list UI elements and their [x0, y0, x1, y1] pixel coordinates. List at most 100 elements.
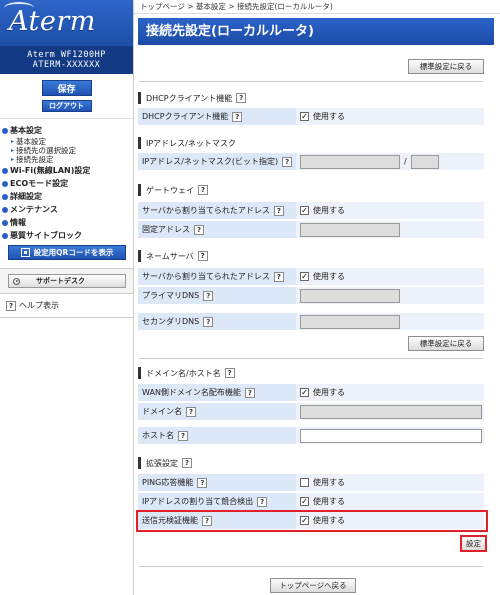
reset-defaults-button[interactable]: 標準設定に戻る	[408, 336, 484, 351]
qr-code-button[interactable]: 設定用QRコードを表示	[8, 245, 126, 260]
help-icon[interactable]: ?	[203, 316, 214, 327]
help-icon[interactable]: ?	[178, 430, 188, 441]
logout-button[interactable]: ログアウト	[41, 100, 92, 112]
checkbox-checked-icon: ✓	[300, 387, 309, 397]
sidebar-item-eco[interactable]: ECOモード設定	[2, 177, 133, 190]
nav-bullet-icon	[2, 167, 8, 174]
row-ping-response: PING応答機能? 使用する	[138, 474, 484, 492]
help-icon[interactable]: ?	[257, 496, 268, 507]
row-gateway-fixed: 固定アドレス?	[138, 221, 484, 239]
ping-response-checkbox[interactable]: 使用する	[296, 474, 484, 492]
row-label: IPアドレス/ネットマスク(ビット指定)?	[138, 153, 296, 171]
back-to-top-button[interactable]: トップページへ戻る	[270, 578, 356, 593]
row-dns-secondary: セカンダリDNS?	[138, 313, 484, 331]
help-icon[interactable]: ?	[282, 156, 293, 167]
row-label-text: プライマリDNS	[142, 291, 200, 300]
sidebar-item-label: 悪質サイトブロック	[10, 231, 82, 240]
sidebar-item-wifi[interactable]: Wi-Fi(無線LAN)設定	[2, 164, 133, 177]
row-value	[296, 221, 484, 239]
row-label-text: サーバから割り当てられたアドレス	[142, 272, 270, 281]
nav-arrow-icon: ▸	[11, 147, 15, 154]
divider	[139, 358, 483, 359]
row-label: PING応答機能?	[138, 474, 296, 492]
host-name-input[interactable]	[300, 428, 482, 443]
breadcrumb: トップページ > 基本設定 > 接続先設定(ローカルルータ)	[134, 0, 500, 14]
sidebar-subitem-connection-select[interactable]: ▸ 接続先の選択設定	[2, 146, 133, 155]
help-icon[interactable]: ?	[194, 224, 204, 235]
row-ip-netmask: IPアドレス/ネットマスク(ビット指定)? /	[138, 153, 484, 171]
gateway-auto-checkbox[interactable]: ✓ 使用する	[296, 202, 484, 220]
sidebar-item-label: ECOモード設定	[10, 179, 69, 188]
model-info: Aterm WF1200HP ATERM-XXXXXX	[0, 46, 133, 74]
nav-arrow-icon: ▸	[11, 156, 15, 163]
sidebar-item-basic-settings[interactable]: 基本設定	[2, 124, 133, 137]
nav-bullet-icon	[2, 127, 8, 134]
row-label: セカンダリDNS?	[138, 313, 296, 331]
help-icon[interactable]: ?	[236, 93, 247, 103]
sidebar-subitem-basic[interactable]: ▸ 基本設定	[2, 137, 133, 146]
help-icon: ?	[6, 300, 16, 311]
checkbox-checked-icon: ✓	[300, 205, 309, 215]
row-value	[296, 287, 484, 305]
sidebar-item-label: メンテナンス	[10, 205, 58, 214]
dns-auto-checkbox[interactable]: ✓ 使用する	[296, 268, 484, 286]
row-label-text: ホスト名	[142, 431, 174, 440]
gateway-fixed-input[interactable]	[300, 222, 400, 237]
secondary-dns-input[interactable]	[300, 314, 400, 329]
help-icon[interactable]: ?	[197, 477, 208, 488]
ip-conflict-checkbox[interactable]: ✓ 使用する	[296, 493, 484, 511]
section-title-text: ネームサーバ	[146, 251, 194, 261]
netmask-bits-input[interactable]	[410, 154, 439, 169]
sidebar-item-site-block[interactable]: 悪質サイトブロック	[2, 229, 133, 242]
device-name: ATERM-XXXXXX	[32, 60, 101, 70]
save-button[interactable]: 保存	[41, 80, 92, 96]
row-label-text: ドメイン名	[142, 407, 182, 416]
checkbox-unchecked-icon	[300, 478, 309, 487]
row-label-text: サーバから割り当てられたアドレス	[142, 206, 270, 215]
section-title-dns: ネームサーバ?	[138, 250, 208, 262]
ip-address-input[interactable]	[300, 154, 400, 169]
help-icon[interactable]: ?	[224, 368, 235, 378]
brand-name: Aterm	[9, 6, 96, 37]
row-label: ドメイン名?	[138, 403, 296, 421]
help-icon[interactable]: ?	[273, 205, 284, 216]
checkbox-label: 使用する	[313, 388, 345, 397]
help-link[interactable]: ? ヘルプ表示	[0, 294, 133, 318]
sidebar-item-advanced[interactable]: 詳細設定	[2, 190, 133, 203]
sidebar-item-info[interactable]: 情報	[2, 216, 133, 229]
reset-defaults-button-top[interactable]: 標準設定に戻る	[408, 59, 484, 74]
help-icon[interactable]: ?	[232, 111, 243, 122]
row-label-text: DHCPクライアント機能	[142, 112, 229, 121]
help-icon[interactable]: ?	[186, 406, 196, 417]
section-title-text: DHCPクライアント機能	[146, 93, 233, 103]
aterm-logo: Aterm	[0, 0, 133, 46]
row-label: サーバから割り当てられたアドレス?	[138, 268, 296, 286]
support-desk-button[interactable]: サポートデスク	[8, 274, 126, 288]
nav-bullet-icon	[2, 206, 8, 213]
row-host-name: ホスト名?	[138, 427, 484, 445]
help-icon[interactable]: ?	[182, 458, 192, 468]
row-label-text: WAN側ドメイン名配布機能	[142, 388, 241, 397]
sidebar-item-maintenance[interactable]: メンテナンス	[2, 203, 133, 216]
primary-dns-input[interactable]	[300, 288, 400, 303]
qr-code-label: 設定用QRコードを表示	[33, 248, 114, 257]
sidebar-subitem-label: 基本設定	[16, 137, 47, 146]
row-domain-name: ドメイン名?	[138, 403, 484, 421]
dhcp-client-checkbox[interactable]: ✓ 使用する	[296, 108, 484, 126]
help-icon[interactable]: ?	[244, 387, 255, 398]
row-value	[296, 313, 484, 331]
help-icon[interactable]: ?	[198, 185, 208, 195]
nav-bullet-icon	[2, 219, 8, 226]
page-title: 接続先設定(ローカルルータ)	[138, 18, 494, 45]
sidebar-subitem-label: 接続先の選択設定	[16, 146, 77, 155]
help-icon[interactable]: ?	[197, 251, 208, 261]
help-icon[interactable]: ?	[203, 290, 214, 301]
domain-name-input[interactable]	[300, 404, 482, 419]
section-title-text: ドメイン名/ホスト名	[146, 368, 221, 378]
apply-settings-button[interactable]: 設定	[460, 535, 487, 552]
help-icon[interactable]: ?	[273, 271, 284, 282]
sidebar-subitem-connection[interactable]: ▸ 接続先設定	[2, 155, 133, 164]
divider	[139, 566, 483, 567]
row-gateway-auto: サーバから割り当てられたアドレス? ✓ 使用する	[138, 202, 484, 220]
wan-domain-checkbox[interactable]: ✓ 使用する	[296, 384, 484, 402]
